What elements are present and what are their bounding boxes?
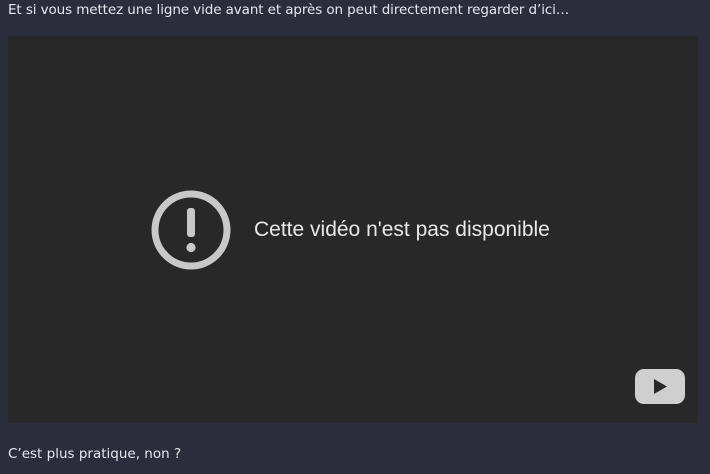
- page: Et si vous mettez une ligne vide avant e…: [0, 0, 710, 474]
- post-outro-text: C’est plus pratique, non ?: [8, 446, 182, 462]
- video-error: Cette vidéo n'est pas disponible: [150, 189, 550, 271]
- post-intro-text: Et si vous mettez une ligne vide avant e…: [8, 2, 570, 18]
- exclamation-circle-icon: [151, 190, 231, 270]
- video-embed[interactable]: Cette vidéo n'est pas disponible: [8, 36, 698, 423]
- video-error-message: Cette vidéo n'est pas disponible: [254, 218, 550, 241]
- youtube-play-icon: [635, 369, 685, 404]
- youtube-play-button[interactable]: [635, 369, 685, 404]
